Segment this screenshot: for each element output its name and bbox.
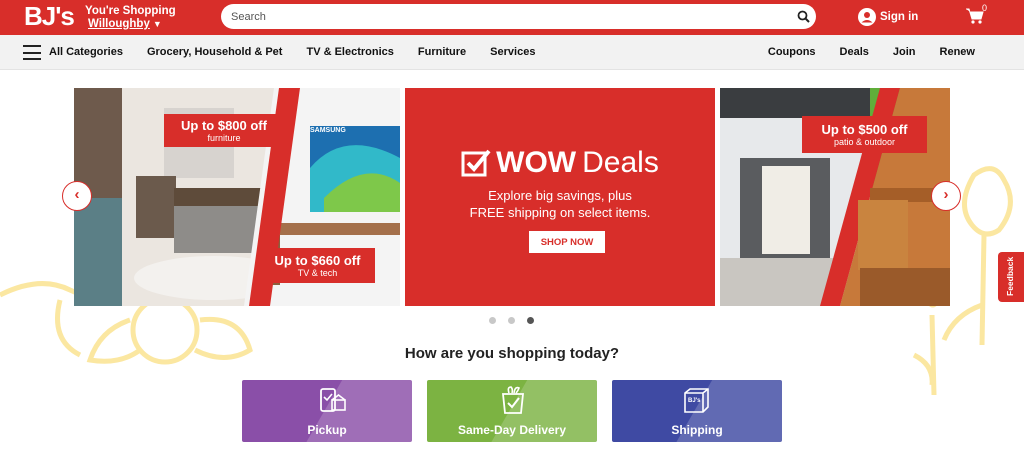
nav-grocery[interactable]: Grocery, Household & Pet [147,46,283,58]
promo-patio-headline: Up to $500 off [821,122,908,137]
search-bar [221,4,816,29]
nav-join[interactable]: Join [893,46,916,58]
nav-deals[interactable]: Deals [840,46,869,58]
promo-tv-sub: TV & tech [297,268,338,278]
promo-furniture: Up to $800 off furniture [164,114,284,147]
chevron-down-icon: ▼ [152,19,162,29]
promo-tv-headline: Up to $660 off [274,253,361,268]
promo-tv: Up to $660 off TV & tech [260,248,375,283]
promo-patio: Up to $500 off patio & outdoor [802,116,927,153]
feedback-label: Feedback [1005,256,1015,296]
store-name: Willoughby [88,18,150,30]
chevron-left-icon: ‹ [74,186,80,203]
nav-categories: All Categories Grocery, Household & Pet … [49,46,559,58]
store-selector[interactable]: Willoughby ▼ [88,18,162,30]
package-box-text: BJ's [688,398,701,404]
promo-patio-sub: patio & outdoor [833,137,896,147]
nav-renew[interactable]: Renew [940,46,975,58]
nav-services[interactable]: Services [490,46,535,58]
category-nav: All Categories Grocery, Household & Pet … [0,35,1024,70]
search-icon[interactable] [797,10,810,23]
wow-deals-subtitle: Explore big savings, plus FREE shipping … [405,187,715,221]
carousel-dots [489,317,546,324]
same-day-delivery-label: Same-Day Delivery [457,423,567,437]
carousel-slide-wow-deals[interactable]: WOW Deals Explore big savings, plus FREE… [405,88,715,306]
menu-icon[interactable] [23,45,41,60]
bjs-logo[interactable]: BJ's [24,1,75,32]
promo-furniture-sub: furniture [207,133,241,143]
chevron-right-icon: › [943,186,949,203]
feedback-tab[interactable]: Feedback [998,252,1024,302]
carousel-dot-1[interactable] [489,317,496,324]
nav-coupons[interactable]: Coupons [768,46,816,58]
pickup-option[interactable]: Pickup [242,380,412,442]
wow-title-light: Deals [582,146,659,179]
carousel-dot-2[interactable] [508,317,515,324]
top-header: BJ's You're Shopping Willoughby▼ Sign in… [0,0,1024,35]
shopping-label: You're Shopping [85,5,176,17]
wow-sub-line1: Explore big savings, plus [488,188,632,203]
carousel-dot-3[interactable] [527,317,534,324]
account-icon [858,8,876,26]
nav-all-categories[interactable]: All Categories [49,46,123,58]
carousel-prev-button[interactable]: ‹ [62,181,92,211]
cart-count: 0 [982,3,988,13]
pickup-icon [320,388,346,412]
shipping-option[interactable]: BJ's Shipping [612,380,782,442]
grocery-bag-icon [502,386,524,414]
carousel-next-button[interactable]: › [931,181,961,211]
nav-furniture[interactable]: Furniture [418,46,466,58]
wow-deals-title: WOW Deals [405,146,715,180]
carousel-slide-patio[interactable]: Up to $500 off patio & outdoor [720,88,950,306]
same-day-delivery-option[interactable]: Same-Day Delivery [427,380,597,442]
wow-deals-block: WOW Deals Explore big savings, plus FREE… [405,146,715,221]
sign-in-label: Sign in [880,11,919,23]
tv-brand-label: SAMSUNG [310,127,346,134]
wow-sub-line2: FREE shipping on select items. [469,205,651,220]
logo-text: BJ's [24,1,75,31]
nav-tv-electronics[interactable]: TV & Electronics [306,46,393,58]
carousel-slide-furniture-tv[interactable]: SAMSUNG Up to $800 off furniture Up to $… [74,88,400,306]
promo-furniture-headline: Up to $800 off [181,118,267,133]
search-input[interactable] [231,7,791,26]
pickup-label: Pickup [307,423,347,437]
shop-now-button[interactable]: SHOP NOW [529,231,605,253]
wow-title-bold: WOW [496,146,577,179]
shopping-mode-title: How are you shopping today? [404,345,620,362]
sign-in-button[interactable]: Sign in [858,6,918,28]
shipping-label: Shipping [671,423,723,437]
checkbox-check-icon [461,149,491,177]
nav-links: Coupons Deals Join Renew [744,46,975,58]
